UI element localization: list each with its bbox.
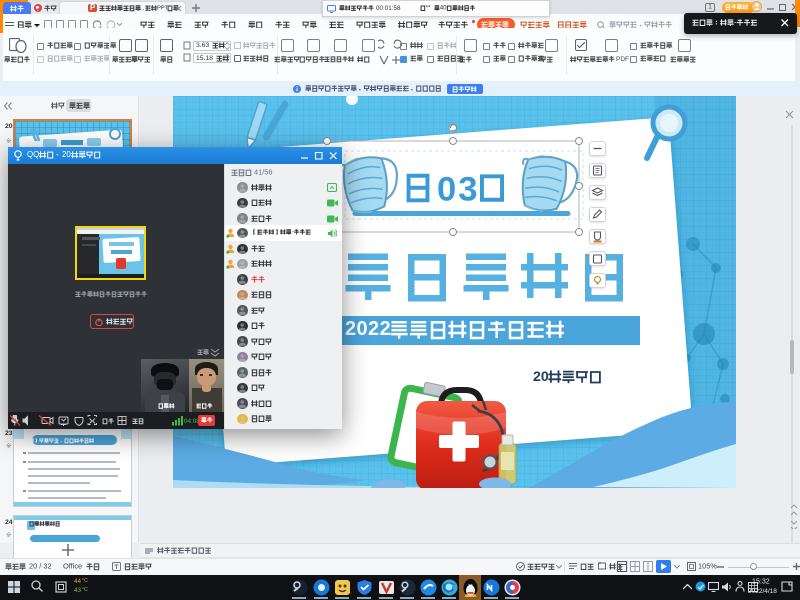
svg-text:QQ: QQ <box>27 150 39 159</box>
svg-text:00:01:58: 00:01:58 <box>376 5 401 12</box>
svg-text:20: 20 <box>62 150 71 159</box>
svg-text:20: 20 <box>5 123 13 130</box>
svg-text:P: P <box>90 3 95 12</box>
svg-text:Office: Office <box>63 561 82 570</box>
svg-text:40: 40 <box>440 5 447 12</box>
svg-text:2022/4/18: 2022/4/18 <box>748 588 777 595</box>
svg-text:15:32: 15:32 <box>752 577 770 585</box>
svg-text:105%: 105% <box>698 561 717 570</box>
svg-text:20 / 32: 20 / 32 <box>29 561 52 570</box>
svg-text:43: 43 <box>74 586 82 593</box>
svg-text:1: 1 <box>708 2 712 11</box>
svg-text:°C: °C <box>82 578 88 584</box>
svg-text:※: ※ <box>6 532 11 539</box>
svg-text:23: 23 <box>5 430 13 437</box>
svg-text:-: - <box>56 150 59 159</box>
svg-text:41/56: 41/56 <box>254 168 273 177</box>
svg-text:-: - <box>171 1 174 12</box>
svg-text:**: ** <box>426 5 431 12</box>
svg-text:-: - <box>292 229 294 236</box>
svg-text:3.63: 3.63 <box>196 42 209 49</box>
svg-text:2022: 2022 <box>345 318 391 340</box>
svg-text:※: ※ <box>6 138 11 145</box>
svg-text:24: 24 <box>5 519 13 526</box>
svg-text:44: 44 <box>74 577 82 584</box>
svg-text:PDF: PDF <box>616 56 629 63</box>
svg-text:°C: °C <box>82 587 88 593</box>
svg-text:-: - <box>734 18 737 27</box>
svg-text:20: 20 <box>533 369 549 385</box>
svg-text:15.18: 15.18 <box>196 55 213 62</box>
svg-text:※: ※ <box>6 443 11 450</box>
